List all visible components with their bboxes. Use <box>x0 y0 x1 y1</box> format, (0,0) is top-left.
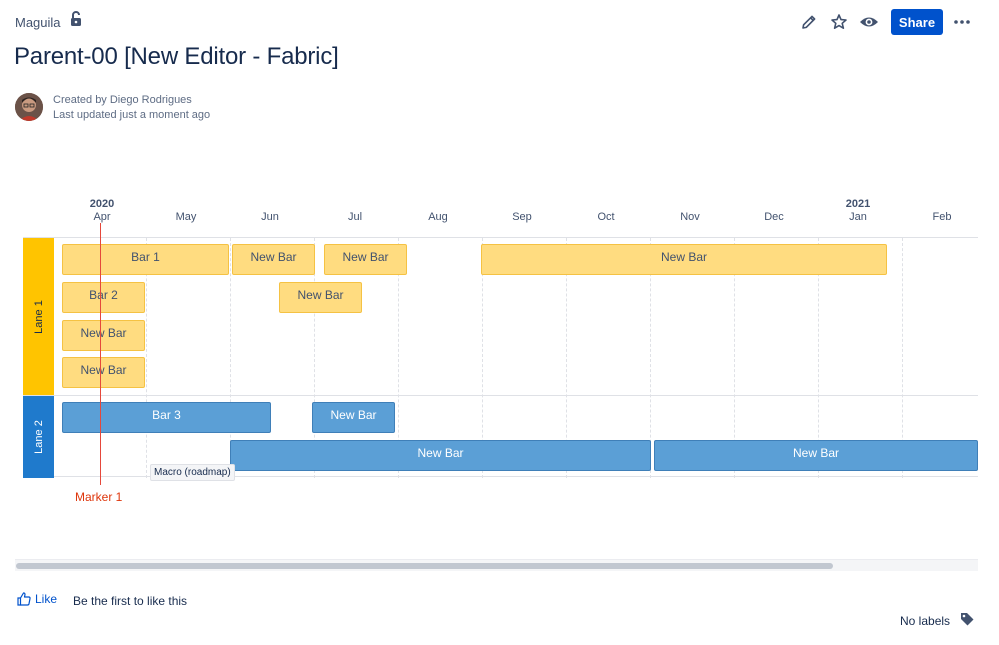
horizontal-scrollbar[interactable] <box>15 559 978 571</box>
lane-1: Lane 1 Bar 1 New Bar New Bar New Bar Bar… <box>23 238 978 396</box>
lane-label: Lane 1 <box>32 299 45 334</box>
created-by[interactable]: Created by Diego Rodrigues <box>53 93 210 108</box>
macro-tooltip: Macro (roadmap) <box>150 464 235 481</box>
month-label: May <box>175 211 197 223</box>
roadmap-bar[interactable]: New Bar <box>62 320 145 351</box>
last-updated[interactable]: Last updated just a moment ago <box>53 108 210 123</box>
roadmap[interactable]: Lane 1 Bar 1 New Bar New Bar New Bar Bar… <box>23 237 978 478</box>
space-name[interactable]: Maguila <box>15 15 61 30</box>
avatar[interactable] <box>15 93 43 121</box>
month-label: Nov <box>680 211 700 223</box>
scrollbar-thumb[interactable] <box>16 563 833 569</box>
month-label: Jul <box>347 211 363 223</box>
labels-text: No labels <box>900 614 951 628</box>
month-label: Dec <box>764 211 784 223</box>
star-icon[interactable] <box>826 9 852 35</box>
marker-label[interactable]: Marker 1 <box>75 490 122 504</box>
month-label: Oct <box>597 211 615 223</box>
byline: Created by Diego Rodrigues Last updated … <box>53 93 210 123</box>
share-button[interactable]: Share <box>891 9 943 35</box>
like-label: Like <box>35 592 58 606</box>
roadmap-bar[interactable]: New Bar <box>279 282 362 313</box>
eye-icon[interactable] <box>856 9 882 35</box>
lane-1-header[interactable]: Lane 1 <box>23 238 54 395</box>
timeline-header: 2020 2021 Apr May Jun Jul Aug Sep Oct No… <box>0 196 999 226</box>
roadmap-bar[interactable]: New Bar <box>654 440 978 471</box>
month-label: Jan <box>849 211 867 223</box>
page-title: Parent-00 [New Editor - Fabric] <box>14 43 339 70</box>
thumbs-up-icon <box>17 592 31 606</box>
roadmap-bar[interactable]: New Bar <box>481 244 887 275</box>
roadmap-bar[interactable]: New Bar <box>312 402 395 433</box>
more-icon[interactable] <box>949 9 975 35</box>
lane-label: Lane 2 <box>32 420 45 454</box>
roadmap-bar[interactable]: Bar 2 <box>62 282 145 313</box>
year-label: 2021 <box>845 198 871 210</box>
roadmap-bar[interactable]: New Bar <box>62 357 145 388</box>
lock-icon[interactable] <box>68 10 86 28</box>
month-label: Feb <box>932 211 952 223</box>
like-button[interactable]: Like <box>16 591 57 607</box>
roadmap-bar[interactable]: Bar 1 <box>62 244 229 275</box>
lane-2-header[interactable]: Lane 2 <box>23 396 54 478</box>
roadmap-bar[interactable]: Bar 3 <box>62 402 271 433</box>
roadmap-bar[interactable]: New Bar <box>232 244 315 275</box>
year-label: 2020 <box>89 198 115 210</box>
month-label: Apr <box>93 211 111 223</box>
roadmap-bar[interactable]: New Bar <box>230 440 651 471</box>
tag-icon[interactable] <box>959 611 975 627</box>
month-label: Sep <box>512 211 532 223</box>
month-label: Jun <box>261 211 279 223</box>
pencil-icon[interactable] <box>796 9 822 35</box>
month-label: Aug <box>428 211 448 223</box>
marker-line[interactable] <box>100 223 101 485</box>
like-text: Be the first to like this <box>73 594 188 608</box>
roadmap-bar[interactable]: New Bar <box>324 244 407 275</box>
